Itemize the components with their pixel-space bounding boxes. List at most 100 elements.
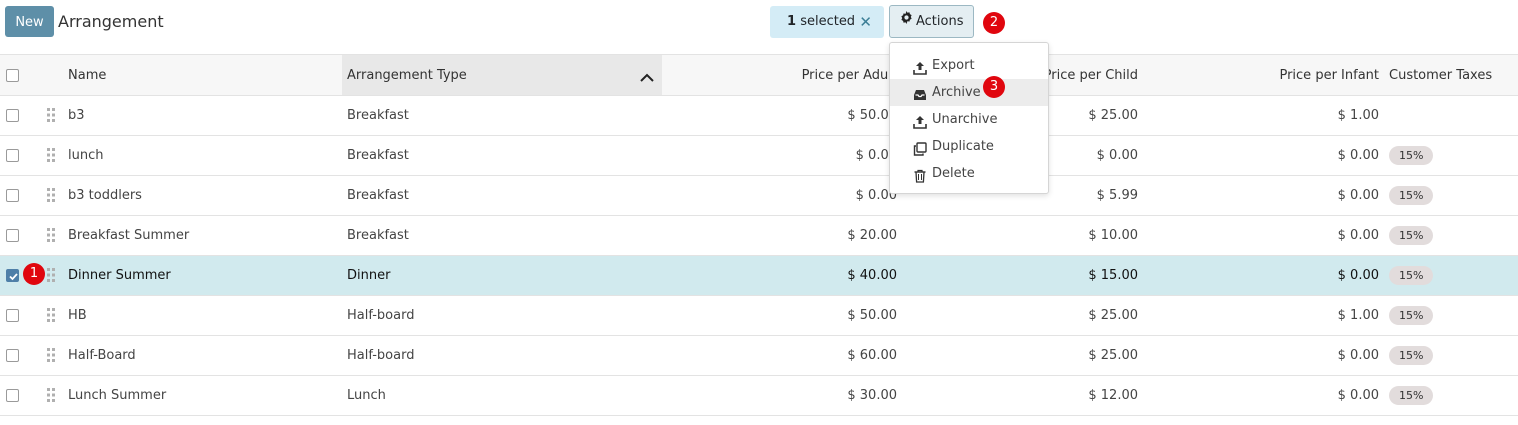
row-checkbox[interactable]	[6, 149, 19, 162]
tax-tag: 15%	[1389, 146, 1434, 165]
cell-name: Half-Board	[68, 348, 136, 363]
cell-price-infant: $ 0.00	[1337, 228, 1379, 243]
cell-price-adult: $ 50.00	[847, 308, 897, 323]
drag-handle-icon[interactable]	[47, 108, 55, 126]
column-header-price-adult[interactable]: Price per Adult	[700, 55, 897, 95]
menu-item-label: Archive	[932, 85, 981, 100]
cell-customer-taxes: 15%	[1389, 216, 1434, 255]
drag-handle-icon[interactable]	[47, 148, 55, 166]
cell-price-infant: $ 0.00	[1337, 188, 1379, 203]
row-checkbox[interactable]	[6, 109, 19, 122]
row-checkbox[interactable]	[6, 309, 19, 322]
menu-item-export[interactable]: Export	[890, 52, 1048, 79]
row-checkbox[interactable]	[6, 269, 19, 282]
drag-handle-icon[interactable]	[47, 388, 55, 406]
actions-label: Actions	[916, 14, 964, 29]
drag-handle-icon[interactable]	[47, 268, 55, 286]
column-header-arrangement-type-label: Arrangement Type	[347, 68, 467, 83]
cell-price-child: $ 25.00	[1088, 348, 1138, 363]
table-row[interactable]: lunch Breakfast $ 0.00 $ 0.00 $ 0.00 15%	[0, 136, 1518, 176]
cell-price-infant: $ 0.00	[1337, 268, 1379, 283]
cell-name: Lunch Summer	[68, 388, 167, 403]
drag-handle-icon[interactable]	[47, 228, 55, 246]
cell-price-adult: $ 0.00	[855, 188, 897, 203]
cell-price-infant: $ 0.00	[1337, 348, 1379, 363]
cell-arrangement-type: Breakfast	[347, 148, 409, 163]
table-row[interactable]: Dinner Summer Dinner $ 40.00 $ 15.00 $ 0.00 1…	[0, 256, 1518, 296]
tax-tag: 15%	[1389, 266, 1434, 285]
cell-customer-taxes: 15%	[1389, 176, 1434, 215]
column-header-price-infant[interactable]: Price per Infant	[1180, 55, 1379, 95]
cell-arrangement-type: Breakfast	[347, 188, 409, 203]
step-badge-2: 2	[983, 12, 1005, 34]
sort-ascending-icon	[640, 59, 654, 101]
control-panel: New Arrangement 1 selected ✕ Actions 2	[0, 0, 1518, 54]
select-all-checkbox[interactable]	[6, 69, 19, 82]
menu-item-label: Unarchive	[932, 112, 998, 127]
cell-price-adult: $ 60.00	[847, 348, 897, 363]
page-title: Arrangement	[58, 12, 164, 31]
cell-price-adult: $ 50.00	[847, 108, 897, 123]
cell-arrangement-type: Breakfast	[347, 108, 409, 123]
new-button[interactable]: New	[5, 6, 54, 37]
cell-price-child: $ 15.00	[1088, 268, 1138, 283]
menu-item-archive[interactable]: Archive	[890, 79, 1048, 106]
row-checkbox[interactable]	[6, 189, 19, 202]
cell-name: Dinner Summer	[68, 268, 171, 283]
selection-indicator: 1 selected ✕	[770, 6, 884, 38]
cell-price-child: $ 12.00	[1088, 388, 1138, 403]
cell-price-infant: $ 1.00	[1337, 108, 1379, 123]
cell-name: HB	[68, 308, 87, 323]
cell-price-adult: $ 30.00	[847, 388, 897, 403]
cell-price-infant: $ 0.00	[1337, 148, 1379, 163]
cell-arrangement-type: Breakfast	[347, 228, 409, 243]
table-row[interactable]: Lunch Summer Lunch $ 30.00 $ 12.00 $ 0.00 15%	[0, 376, 1518, 416]
table-row[interactable]: Breakfast Summer Breakfast $ 20.00 $ 10.00 $…	[0, 216, 1518, 256]
row-checkbox[interactable]	[6, 229, 19, 242]
cell-price-infant: $ 1.00	[1337, 308, 1379, 323]
tax-tag: 15%	[1389, 346, 1434, 365]
cell-price-adult: $ 40.00	[847, 268, 897, 283]
menu-item-delete[interactable]: Delete	[890, 160, 1048, 187]
column-header-name[interactable]: Name	[68, 55, 338, 95]
cell-price-infant: $ 0.00	[1337, 388, 1379, 403]
cell-name: b3 toddlers	[68, 188, 142, 203]
menu-item-unarchive[interactable]: Unarchive	[890, 106, 1048, 133]
table-row[interactable]: b3 Breakfast $ 50.00 $ 25.00 $ 1.00	[0, 96, 1518, 136]
cell-customer-taxes: 15%	[1389, 256, 1434, 295]
column-header-arrangement-type[interactable]: Arrangement Type	[342, 55, 662, 95]
row-checkbox[interactable]	[6, 349, 19, 362]
column-header-customer-taxes[interactable]: Customer Taxes	[1389, 55, 1514, 95]
drag-handle-icon[interactable]	[47, 188, 55, 206]
tax-tag: 15%	[1389, 226, 1434, 245]
cell-customer-taxes: 15%	[1389, 296, 1434, 335]
selected-count: 1	[787, 14, 797, 29]
table-header: Name Arrangement Type Price per Adult Pr…	[0, 54, 1518, 96]
step-badge-3: 3	[983, 76, 1005, 98]
table-row[interactable]: HB Half-board $ 50.00 $ 25.00 $ 1.00 15%	[0, 296, 1518, 336]
list-table: Name Arrangement Type Price per Adult Pr…	[0, 54, 1518, 416]
cell-customer-taxes: 15%	[1389, 136, 1434, 175]
cell-name: Breakfast Summer	[68, 228, 190, 243]
menu-item-duplicate[interactable]: Duplicate	[890, 133, 1048, 160]
drag-handle-icon[interactable]	[47, 348, 55, 366]
actions-button[interactable]: Actions	[889, 5, 974, 38]
clear-selection-icon[interactable]: ✕	[859, 6, 872, 38]
cell-customer-taxes: 15%	[1389, 376, 1434, 415]
tax-tag: 15%	[1389, 306, 1434, 325]
tax-tag: 15%	[1389, 386, 1434, 405]
tax-tag: 15%	[1389, 186, 1434, 205]
menu-item-label: Export	[932, 58, 975, 73]
row-checkbox[interactable]	[6, 389, 19, 402]
cell-arrangement-type: Lunch	[347, 388, 386, 403]
cell-arrangement-type: Half-board	[347, 348, 415, 363]
drag-handle-icon[interactable]	[47, 308, 55, 326]
cell-arrangement-type: Half-board	[347, 308, 415, 323]
table-row[interactable]: Half-Board Half-board $ 60.00 $ 25.00 $ 0.00…	[0, 336, 1518, 376]
table-body: b3 Breakfast $ 50.00 $ 25.00 $ 1.00 lunch Brea…	[0, 96, 1518, 416]
cell-customer-taxes: 15%	[1389, 336, 1434, 375]
selected-label: selected	[800, 14, 856, 29]
cell-name: lunch	[68, 148, 104, 163]
cell-price-child: $ 10.00	[1088, 228, 1138, 243]
table-row[interactable]: b3 toddlers Breakfast $ 0.00 $ 5.99 $ 0.00 15…	[0, 176, 1518, 216]
